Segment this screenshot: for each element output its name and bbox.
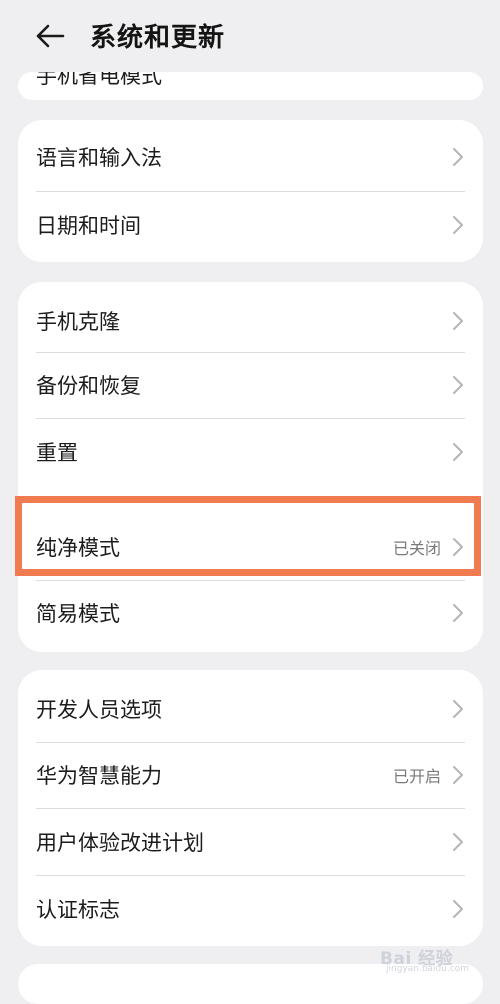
item-label: 认证标志 [36,898,120,922]
card-language-time: 语言和输入法 日期和时间 [18,120,483,262]
settings-item-pure-mode[interactable]: 纯净模式 已关闭 [18,514,483,580]
item-label: 简易模式 [36,602,120,626]
chevron-right-icon [451,374,465,396]
settings-item-date-time[interactable]: 日期和时间 [18,192,483,258]
chevron-right-icon [451,441,465,463]
settings-item-developer-options[interactable]: 开发人员选项 [18,676,483,742]
header-bar: 系统和更新 [0,0,500,72]
settings-item-huawei-intelligence[interactable]: 华为智慧能力 已开启 [18,742,483,808]
chevron-right-icon [451,764,465,786]
item-label: 用户体验改进计划 [36,831,204,855]
card-top-partial: 手机省电模式 [18,72,483,100]
item-label: 语言和输入法 [36,146,162,170]
back-button[interactable] [30,18,70,54]
chevron-right-icon [451,146,465,168]
page-title: 系统和更新 [90,23,226,53]
status-text: 已关闭 [392,539,441,558]
baidu-watermark: Bai 经验 jingyan.baidu.com [380,936,490,976]
watermark-subtext: jingyan.baidu.com [386,964,470,974]
chevron-right-icon [451,602,465,624]
item-label: 手机克隆 [36,310,120,334]
card-developer: 开发人员选项 华为智慧能力 已开启 用户体验改进计划 认证标志 [18,670,483,946]
item-label: 华为智慧能力 [36,764,162,788]
card-backup-modes: 手机克隆 备份和恢复 重置 纯净模式 已关闭 简易模式 [18,282,483,652]
chevron-right-icon [451,536,465,558]
item-label: 重置 [36,441,78,465]
settings-item-certification[interactable]: 认证标志 [18,876,483,942]
settings-item-user-experience[interactable]: 用户体验改进计划 [18,809,483,875]
settings-item-backup-restore[interactable]: 备份和恢复 [18,352,483,418]
settings-item-phone-clone[interactable]: 手机克隆 [18,288,483,354]
partial-item-label[interactable]: 手机省电模式 [36,72,162,90]
settings-item-simple-mode[interactable]: 简易模式 [18,580,483,646]
arrow-left-icon [36,24,65,48]
item-label: 纯净模式 [36,536,120,560]
chevron-right-icon [451,214,465,236]
chevron-right-icon [451,898,465,920]
status-text: 已开启 [392,767,441,786]
settings-item-language[interactable]: 语言和输入法 [18,124,483,190]
item-label: 备份和恢复 [36,374,141,398]
item-label: 日期和时间 [36,214,141,238]
item-label: 开发人员选项 [36,698,162,722]
settings-item-reset[interactable]: 重置 [18,419,483,485]
chevron-right-icon [451,310,465,332]
chevron-right-icon [451,698,465,720]
chevron-right-icon [451,831,465,853]
